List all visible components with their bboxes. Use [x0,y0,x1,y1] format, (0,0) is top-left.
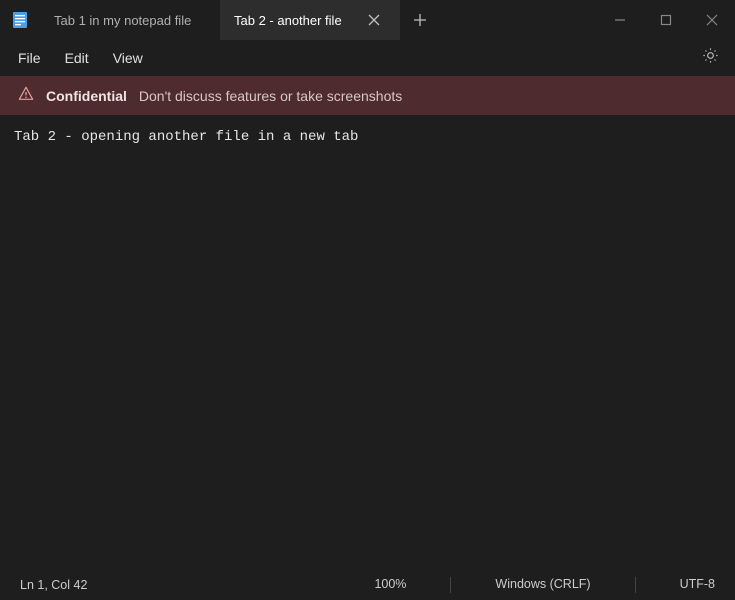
status-zoom[interactable]: 100% [374,577,406,593]
editor-area[interactable]: Tab 2 - opening another file in a new ta… [0,115,735,570]
settings-button[interactable] [692,47,729,69]
menu-bar: File Edit View [0,40,735,76]
tab-1[interactable]: Tab 1 in my notepad file [40,0,220,40]
menu-items: File Edit View [6,46,155,70]
maximize-button[interactable] [643,0,689,40]
close-window-button[interactable] [689,0,735,40]
window-controls [597,0,735,40]
status-encoding[interactable]: UTF-8 [680,577,715,593]
tab-strip: Tab 1 in my notepad file Tab 2 - another… [40,0,597,40]
banner-text: Don't discuss features or take screensho… [139,88,402,104]
status-position[interactable]: Ln 1, Col 42 [20,578,334,592]
tab-label: Tab 2 - another file [234,13,342,28]
title-bar: Tab 1 in my notepad file Tab 2 - another… [0,0,735,40]
tab-2[interactable]: Tab 2 - another file [220,0,400,40]
add-tab-button[interactable] [400,0,440,40]
tab-label: Tab 1 in my notepad file [54,13,191,28]
gear-icon [702,47,719,64]
close-tab-icon[interactable] [362,8,386,32]
app-icon [0,0,40,40]
banner-label: Confidential [46,88,127,104]
separator [450,577,451,593]
menu-file[interactable]: File [6,46,53,70]
status-line-endings[interactable]: Windows (CRLF) [495,577,590,593]
confidential-banner: Confidential Don't discuss features or t… [0,76,735,115]
menu-view[interactable]: View [101,46,155,70]
warning-icon [18,86,34,105]
separator [635,577,636,593]
status-bar: Ln 1, Col 42 100% Windows (CRLF) UTF-8 [0,570,735,600]
minimize-button[interactable] [597,0,643,40]
menu-edit[interactable]: Edit [53,46,101,70]
